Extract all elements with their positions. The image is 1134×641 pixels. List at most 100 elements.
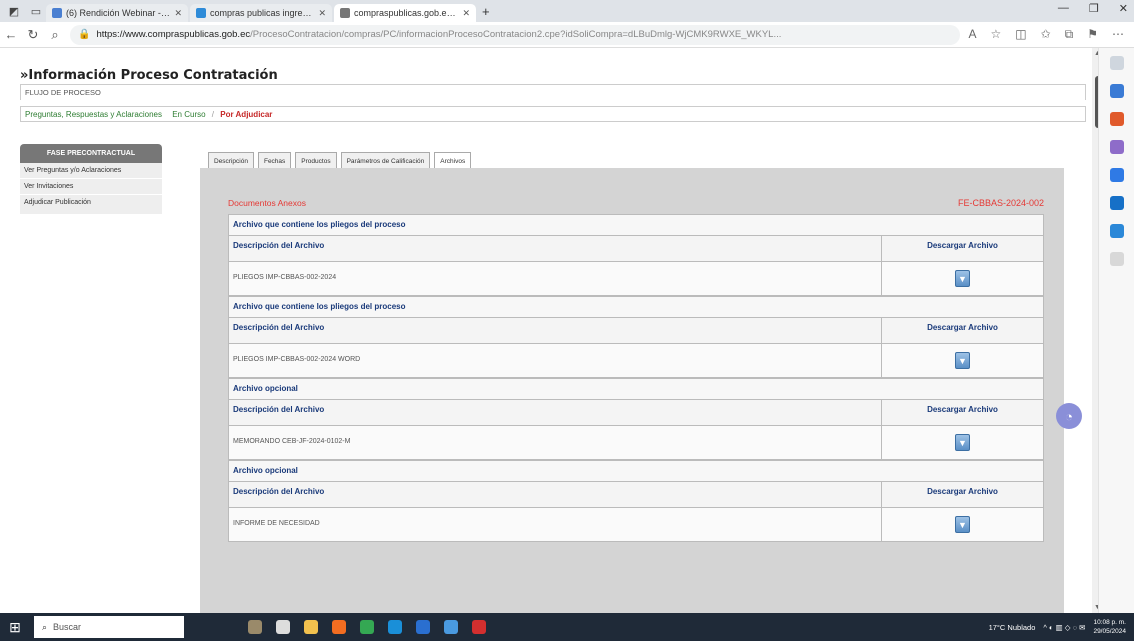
read-aloud-icon[interactable]: A (968, 27, 976, 42)
edge-icon[interactable] (388, 620, 402, 634)
status-step-in-progress[interactable]: En Curso (172, 110, 205, 119)
download-icon[interactable]: ▼ (955, 270, 970, 287)
edge-sidebar (1098, 48, 1134, 613)
menu-item-questions[interactable]: Ver Preguntas y/o Aclaraciones (20, 163, 162, 179)
status-separator: / (211, 110, 215, 119)
status-step-award[interactable]: Por Adjudicar (220, 110, 272, 119)
table-row: PLIEGOS IMP-CBBAS-002-2024 WORD ▼ (228, 344, 1044, 378)
back-icon[interactable]: ← (0, 27, 22, 42)
url-host: https://www.compraspublicas.gob.ec (96, 29, 251, 40)
left-menu-header: FASE PRECONTRACTUAL (20, 144, 162, 163)
column-description: Descripción del Archivo (229, 400, 882, 425)
left-menu: FASE PRECONTRACTUAL Ver Preguntas y/o Ac… (20, 144, 162, 215)
search-placeholder: Buscar (53, 622, 82, 632)
browser-tab-1[interactable]: (6) Rendición Webinar - Envío ✕ (46, 4, 188, 22)
file-name: MEMORANDO CEB-JF-2024-0102-M (229, 426, 882, 459)
task-view-icon[interactable] (276, 620, 290, 634)
taskbar-apps (248, 620, 486, 634)
close-icon[interactable]: ✕ (318, 8, 326, 19)
close-icon[interactable]: ✕ (174, 8, 182, 19)
column-download: Descargar Archivo (927, 487, 998, 496)
widgets-icon[interactable] (248, 620, 262, 634)
web-page: »Información Proceso Contratación FLUJO … (0, 48, 1092, 613)
process-status-breadcrumb: Preguntas, Respuestas y Aclaraciones En … (20, 106, 1086, 122)
file-section-title: Archivo opcional (228, 460, 1044, 482)
column-description: Descripción del Archivo (229, 482, 882, 507)
time-label: 10:08 p. m. (1093, 619, 1126, 626)
column-download: Descargar Archivo (927, 405, 998, 414)
new-tab-icon[interactable]: + (482, 4, 490, 19)
outlook-icon[interactable] (1109, 196, 1124, 210)
download-icon[interactable]: ▼ (955, 516, 970, 533)
download-cell: ▼ (882, 262, 1043, 295)
table-row: MEMORANDO CEB-JF-2024-0102-M ▼ (228, 426, 1044, 460)
shopping-icon[interactable] (1109, 84, 1124, 98)
refresh-icon[interactable]: ↻ (22, 27, 44, 43)
tab-favicon-icon (52, 8, 62, 18)
menu-item-invitations[interactable]: Ver Invitaciones (20, 179, 162, 195)
send-icon[interactable] (1109, 224, 1124, 238)
table-row: INFORME DE NECESIDAD ▼ (228, 508, 1044, 542)
download-icon[interactable]: ▼ (955, 352, 970, 369)
menu-item-award[interactable]: Adjudicar Publicación (20, 195, 162, 215)
games-icon[interactable] (1109, 140, 1124, 154)
tab-favicon-icon (196, 8, 206, 18)
documents-section: Documentos Anexos FE-CBBAS-2024-002 Arch… (228, 198, 1044, 542)
favorite-star-icon[interactable]: ☆ (990, 27, 1001, 42)
file-name: PLIEGOS IMP-CBBAS-002-2024 (229, 262, 882, 295)
restore-icon[interactable]: ❐ (1089, 2, 1099, 15)
file-name: PLIEGOS IMP-CBBAS-002-2024 WORD (229, 344, 882, 377)
browser-profile-icon[interactable]: ◩ (6, 4, 22, 18)
windows-taskbar: ⊞ ⌕ Buscar 17°C Nublado ^ ◐ ▥ ◇ ◌ ✉ 10:0… (0, 613, 1134, 641)
browser-toolbar: A ☆ ◫ ✩ ⧉ ⚑ ⋯ (968, 27, 1124, 42)
status-step-questions[interactable]: Preguntas, Respuestas y Aclaraciones (25, 110, 162, 119)
lock-icon: 🔒 (78, 29, 91, 40)
column-description: Descripción del Archivo (229, 318, 882, 343)
file-explorer-icon[interactable] (304, 620, 318, 634)
more-options-icon[interactable]: ⋯ (1112, 27, 1124, 42)
search-icon[interactable]: ⌕ (44, 27, 66, 43)
add-icon[interactable] (1109, 252, 1124, 266)
column-description: Descripción del Archivo (229, 236, 882, 261)
tab-favicon-icon (340, 8, 350, 18)
table-header-row: Descripción del Archivo Descargar Archiv… (228, 482, 1044, 508)
download-cell: ▼ (882, 426, 1043, 459)
browser-tabstrip: ◩ ▭ (6) Rendición Webinar - Envío ✕ comp… (0, 0, 1134, 22)
office-icon[interactable] (1109, 168, 1124, 182)
tab-label: compras publicas ingreso al sist (210, 8, 314, 18)
windows-start-icon[interactable]: ⊞ (0, 619, 30, 636)
file-section-title: Archivo que contiene los pliegos del pro… (228, 214, 1044, 236)
mail-icon[interactable] (416, 620, 430, 634)
address-bar-row: ← ↻ ⌕ 🔒 https://www.compraspublicas.gob.… (0, 22, 1134, 48)
split-screen-icon[interactable]: ◫ (1015, 27, 1026, 42)
file-section-title: Archivo opcional (228, 378, 1044, 400)
browser-tab-2[interactable]: compras publicas ingreso al sist ✕ (190, 4, 332, 22)
clock[interactable]: 10:08 p. m. 29/05/2024 (1093, 618, 1126, 636)
acrobat-icon[interactable] (472, 620, 486, 634)
download-cell: ▼ (882, 508, 1043, 541)
tray-icons[interactable]: ^ ◐ ▥ ◇ ◌ ✉ (1043, 623, 1085, 632)
store-icon[interactable] (444, 620, 458, 634)
close-icon[interactable]: ✕ (462, 8, 470, 19)
file-section-title: Archivo que contiene los pliegos del pro… (228, 296, 1044, 318)
weather-label[interactable]: 17°C Nublado (989, 623, 1036, 632)
minimize-icon[interactable]: — (1058, 2, 1069, 15)
close-window-icon[interactable]: ✕ (1119, 2, 1128, 15)
chrome-icon[interactable] (360, 620, 374, 634)
copilot-float-icon[interactable]: ◔ (1056, 403, 1082, 429)
download-icon[interactable]: ▼ (955, 434, 970, 451)
table-header-row: Descripción del Archivo Descargar Archiv… (228, 236, 1044, 262)
tools-icon[interactable] (1109, 112, 1124, 126)
search-icon[interactable] (1109, 56, 1124, 70)
taskbar-search-input[interactable]: ⌕ Buscar (34, 616, 184, 638)
table-row: PLIEGOS IMP-CBBAS-002-2024 ▼ (228, 262, 1044, 296)
tab-label: (6) Rendición Webinar - Envío (66, 8, 170, 18)
extensions-icon[interactable]: ⚑ (1087, 27, 1098, 42)
collections-icon[interactable]: ⧉ (1065, 27, 1074, 42)
favorites-icon[interactable]: ✩ (1041, 27, 1051, 42)
url-input[interactable]: 🔒 https://www.compraspublicas.gob.ec /Pr… (70, 24, 961, 45)
browser-tab-3[interactable]: compraspublicas.gob.ec/Proces ✕ (334, 4, 476, 22)
documents-title: Documentos Anexos (228, 198, 306, 208)
firefox-icon[interactable] (332, 620, 346, 634)
tab-actions-icon[interactable]: ▭ (28, 4, 44, 18)
